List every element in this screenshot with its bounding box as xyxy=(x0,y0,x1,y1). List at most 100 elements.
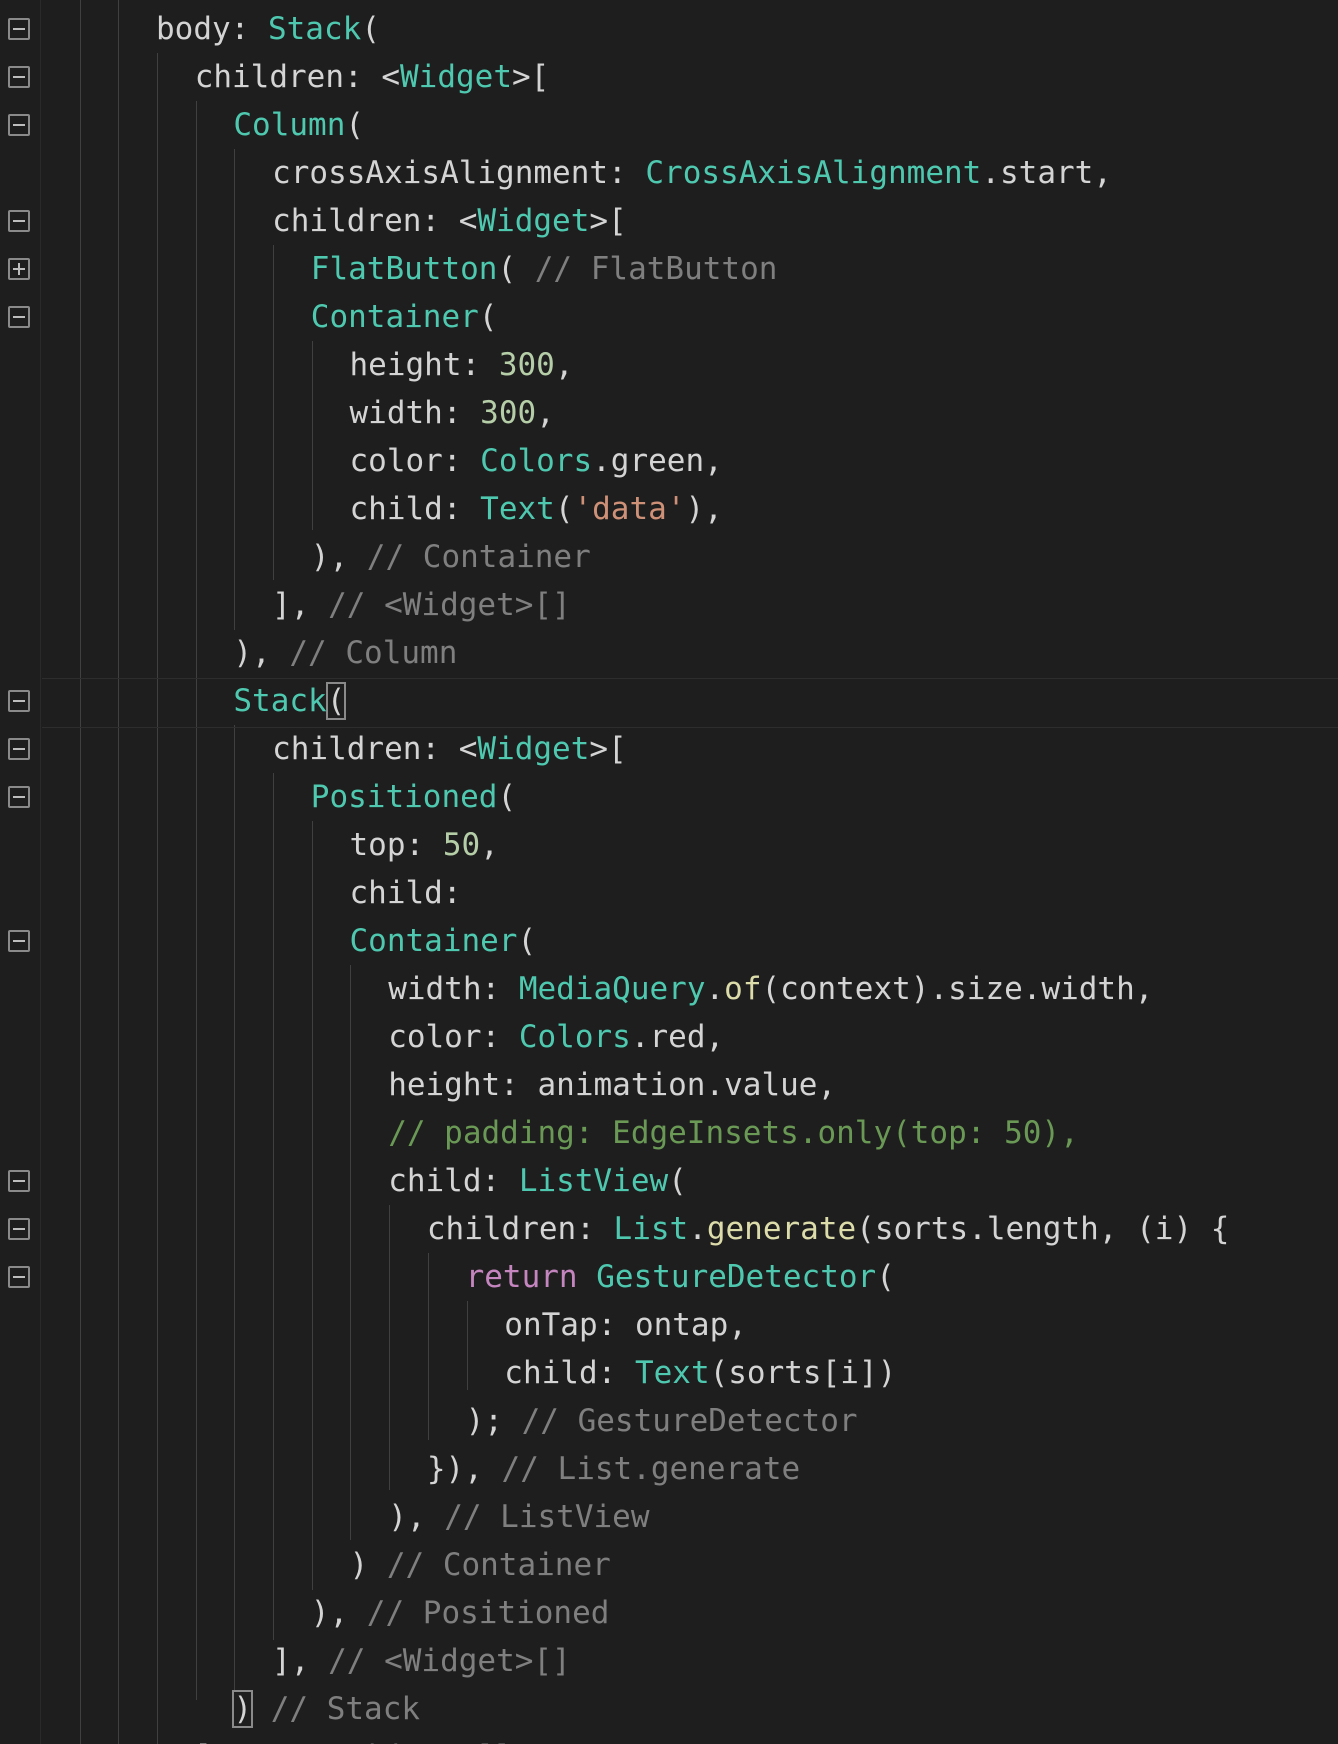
collapse-fold-icon[interactable] xyxy=(8,738,30,760)
code-token: // Container xyxy=(386,1547,611,1583)
code-line[interactable]: ), // Positioned xyxy=(311,1589,610,1637)
code-line[interactable]: body: Stack( xyxy=(156,5,380,53)
code-line[interactable]: crossAxisAlignment: CrossAxisAlignment.s… xyxy=(272,149,1112,197)
collapse-fold-icon[interactable] xyxy=(8,1218,30,1240)
code-line[interactable]: ) // Stack xyxy=(232,1685,420,1733)
code-line[interactable]: children: <Widget>[ xyxy=(272,197,627,245)
collapse-fold-icon[interactable] xyxy=(8,1170,30,1192)
code-token: // Column xyxy=(289,635,458,671)
code-token: ( xyxy=(497,779,517,815)
collapse-fold-icon[interactable] xyxy=(8,306,30,328)
code-line[interactable]: }), // List.generate xyxy=(427,1445,800,1493)
code-token: }), xyxy=(426,1451,502,1487)
collapse-fold-icon[interactable] xyxy=(8,210,30,232)
collapse-fold-icon[interactable] xyxy=(8,786,30,808)
code-token: // Container xyxy=(366,539,591,575)
code-line[interactable]: child: Text('data'), xyxy=(350,485,723,533)
code-line[interactable]: Positioned( xyxy=(311,773,516,821)
code-line[interactable]: Stack( xyxy=(233,677,347,725)
code-line[interactable]: children: List.generate(sorts.length, (i… xyxy=(427,1205,1230,1253)
code-line[interactable]: FlatButton( // FlatButton xyxy=(311,245,778,293)
indent-guide xyxy=(312,341,313,530)
indent-guide xyxy=(157,53,158,1744)
code-token: width: xyxy=(349,395,481,431)
code-line[interactable]: ], // <Widget>[] xyxy=(272,1637,571,1685)
code-line[interactable]: return GestureDetector( xyxy=(466,1253,895,1301)
collapse-fold-icon[interactable] xyxy=(8,18,30,40)
code-token: // padding: EdgeInsets.only(top: 50), xyxy=(388,1115,1079,1151)
code-line[interactable]: // padding: EdgeInsets.only(top: 50), xyxy=(388,1109,1079,1157)
collapse-fold-icon[interactable] xyxy=(8,1266,30,1288)
code-line[interactable]: height: animation.value, xyxy=(388,1061,836,1109)
code-line[interactable]: width: 300, xyxy=(350,389,555,437)
indent-guide xyxy=(467,1301,468,1390)
code-token: Widget xyxy=(400,59,512,95)
code-token: child: xyxy=(349,875,462,911)
indent-guide xyxy=(428,1253,429,1440)
code-line[interactable]: child: Text(sorts[i]) xyxy=(504,1349,896,1397)
code-token: crossAxisAlignment: xyxy=(272,155,646,191)
code-line[interactable]: onTap: ontap, xyxy=(504,1301,747,1349)
code-line[interactable]: color: Colors.green, xyxy=(350,437,723,485)
code-line[interactable]: ), // ListView xyxy=(388,1493,649,1541)
code-token: Text xyxy=(480,491,555,527)
collapse-fold-icon[interactable] xyxy=(8,114,30,136)
code-line[interactable]: ], // <Widget>[] xyxy=(272,581,571,629)
indent-guide xyxy=(118,0,119,1744)
code-token: body: xyxy=(156,11,268,47)
collapse-fold-icon[interactable] xyxy=(8,690,30,712)
code-token: // Positioned xyxy=(366,1595,610,1631)
code-token: top: xyxy=(349,827,443,863)
indent-guide xyxy=(196,101,197,1700)
code-token: MediaQuery xyxy=(518,971,706,1007)
code-token: Text xyxy=(634,1355,710,1391)
code-token: children: < xyxy=(272,731,478,767)
code-line[interactable]: child: ListView( xyxy=(388,1157,687,1205)
code-token: , xyxy=(480,827,499,863)
collapse-fold-icon[interactable] xyxy=(8,66,30,88)
code-token: ( xyxy=(345,107,365,143)
code-token: FlatButton xyxy=(310,251,498,287)
code-token: Widget xyxy=(477,203,590,239)
code-token: ], xyxy=(272,587,329,623)
code-line[interactable]: ), // Container xyxy=(311,533,591,581)
code-line[interactable]: children: <Widget>[ xyxy=(195,53,550,101)
code-token: Widget xyxy=(477,731,590,767)
code-line[interactable]: ), // Column xyxy=(233,629,457,677)
code-token: ), xyxy=(310,1595,367,1631)
code-token: Colors xyxy=(518,1019,631,1055)
code-line[interactable]: width: MediaQuery.of(context).size.width… xyxy=(388,965,1153,1013)
code-token: , xyxy=(536,395,555,431)
code-line[interactable]: child: xyxy=(350,869,462,917)
code-line[interactable]: height: 300, xyxy=(350,341,574,389)
expand-fold-icon[interactable] xyxy=(8,258,30,280)
code-token: ( xyxy=(497,251,535,287)
collapse-fold-icon[interactable] xyxy=(8,930,30,952)
code-line[interactable]: Container( xyxy=(311,293,498,341)
code-line[interactable]: top: 50, xyxy=(350,821,499,869)
code-token: 'data' xyxy=(573,491,686,527)
code-line[interactable]: ], // <Widget>[] xyxy=(195,1733,512,1744)
code-token: Positioned xyxy=(310,779,498,815)
code-token: Stack xyxy=(267,11,362,47)
code-token: // <Widget>[] xyxy=(328,1643,571,1679)
code-token: height: animation.value, xyxy=(388,1067,837,1103)
code-token: height: xyxy=(349,347,499,383)
code-line[interactable]: Column( xyxy=(233,101,364,149)
code-token: .green, xyxy=(592,443,723,479)
code-line[interactable]: Container( xyxy=(350,917,537,965)
indent-guide xyxy=(80,0,81,1744)
code-token: ( xyxy=(478,299,498,335)
code-line[interactable]: ); // GestureDetector xyxy=(466,1397,858,1445)
code-token: // <Widget>[] xyxy=(328,587,571,623)
code-line[interactable]: ) // Container xyxy=(350,1541,611,1589)
code-token: (sorts.length, (i) { xyxy=(856,1211,1230,1247)
indent-guide xyxy=(312,821,313,1590)
code-line[interactable]: color: Colors.red, xyxy=(388,1013,724,1061)
code-editor[interactable]: body: Stack(children: <Widget>[Column(cr… xyxy=(0,0,1338,1744)
code-line[interactable]: children: <Widget>[ xyxy=(272,725,627,773)
code-token: . xyxy=(705,971,725,1007)
code-token: color: xyxy=(388,1019,519,1055)
code-token: ( xyxy=(517,923,537,959)
